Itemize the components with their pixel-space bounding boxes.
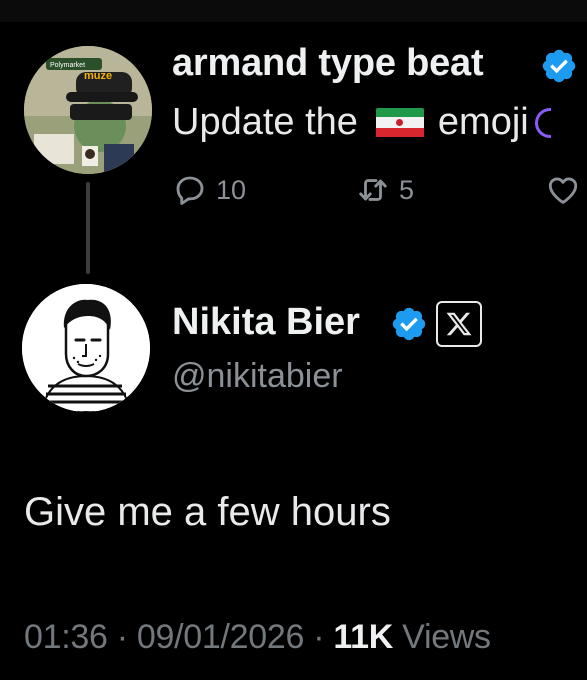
- heart-icon: [548, 177, 578, 204]
- iran-flag-icon: [375, 107, 424, 138]
- main-author-name[interactable]: Nikita Bier: [172, 301, 360, 344]
- parent-action-bar: 10 5: [172, 172, 587, 216]
- views-count[interactable]: 11K: [333, 618, 393, 656]
- reply-icon: [176, 176, 204, 205]
- tweet-meta: 01:36 · 09/01/2026 · 11K Views: [24, 618, 491, 657]
- tweet-time[interactable]: 01:36: [24, 618, 108, 656]
- retweet-count: 5: [399, 174, 415, 205]
- verified-badge-icon: [542, 49, 576, 83]
- meta-separator: ·: [304, 618, 334, 656]
- avatar-cap-text: muze: [84, 70, 112, 82]
- retweet-button[interactable]: 5: [355, 172, 414, 208]
- like-button[interactable]: [544, 172, 582, 208]
- reply-count: 10: [216, 174, 247, 205]
- views-label: Views: [393, 618, 491, 656]
- parent-text-after: emoji: [437, 101, 529, 143]
- top-strip: [0, 0, 587, 22]
- parent-text-before: Update the: [172, 101, 358, 143]
- verified-badge-icon: [392, 307, 426, 341]
- tweet-date[interactable]: 09/01/2026: [137, 618, 304, 656]
- parent-author-name[interactable]: armand type beat: [172, 42, 484, 85]
- avatar-sticker-text: Polymarket: [50, 62, 85, 69]
- main-tweet-text: Give me a few hours: [24, 490, 391, 534]
- thread-connector: [86, 182, 90, 274]
- avatar-nikita[interactable]: [22, 284, 150, 412]
- reply-button[interactable]: 10: [172, 172, 246, 208]
- meta-separator: ·: [107, 618, 137, 656]
- parent-tweet-text: Update the emoji: [172, 101, 551, 144]
- avatar-nikita-image: [22, 284, 150, 412]
- cut-off-emoji-icon: [534, 107, 551, 138]
- avatar-armand-image: muze Polymarket: [24, 46, 152, 174]
- x-logo-icon: [446, 312, 472, 336]
- affiliate-badge[interactable]: [436, 301, 482, 347]
- main-author-handle[interactable]: @nikitabier: [172, 357, 343, 396]
- avatar-armand[interactable]: muze Polymarket: [24, 46, 152, 174]
- retweet-icon: [359, 179, 387, 201]
